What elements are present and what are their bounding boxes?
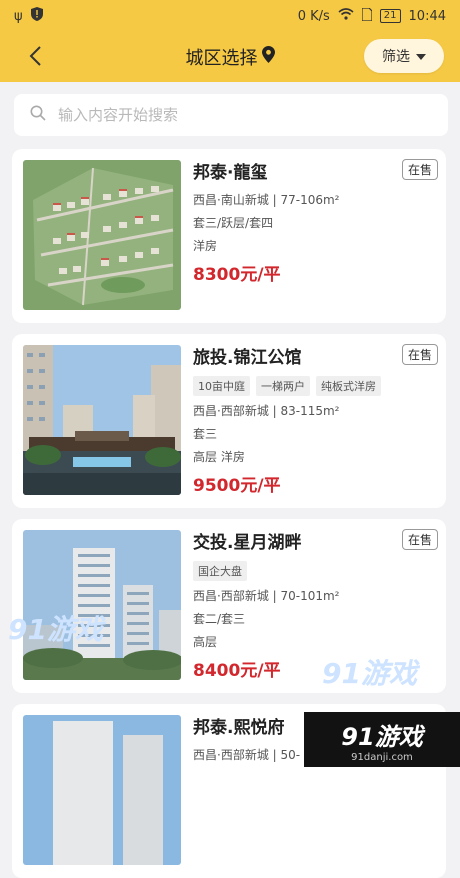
page-title[interactable]: 城区选择 (186, 44, 275, 70)
shield-icon (30, 7, 43, 25)
listing-layout: 套三 (193, 427, 218, 441)
listing-layout: 套三/跃层/套四 (193, 216, 274, 230)
listing-type: 高层 洋房 (193, 450, 245, 464)
listing-location: 西昌·西部新城 | 70-101m² (193, 589, 340, 603)
tag: 纯板式洋房 (316, 376, 381, 396)
chevron-left-icon (29, 46, 41, 66)
listing-card[interactable]: 邦泰·龍玺 西昌·南山新城 | 77-106m² 套三/跃层/套四 洋房 830… (12, 149, 446, 323)
site-banner: 91游戏 91danji.com (304, 712, 460, 767)
listing-price: 9500元/平 (193, 476, 281, 496)
sim-icon (361, 6, 373, 25)
tag-list: 10亩中庭 一梯两户 纯板式洋房 (193, 376, 438, 396)
listing-card[interactable]: 旅投.锦江公馆 10亩中庭 一梯两户 纯板式洋房 西昌·西部新城 | 83-11… (12, 334, 446, 508)
status-badge: 在售 (401, 344, 438, 365)
watermark-logo: 91游戏 (8, 613, 103, 646)
property-image-building-gate (23, 345, 181, 495)
property-image-towers (23, 530, 181, 680)
network-speed: 0 K/s (297, 8, 330, 24)
banner-url: 91danji.com (351, 751, 413, 763)
back-button[interactable] (20, 41, 50, 71)
search-icon (30, 105, 46, 125)
listing-type: 洋房 (193, 239, 218, 253)
search-bar[interactable] (14, 94, 448, 136)
search-input[interactable] (56, 105, 420, 125)
property-image-tower (23, 715, 181, 865)
listing-price: 8300元/平 (193, 265, 281, 285)
listing-type: 高层 (193, 635, 218, 649)
location-pin-icon (261, 46, 275, 68)
tag: 国企大盘 (193, 561, 247, 581)
watermark-logo: 91游戏 (322, 657, 417, 690)
nav-bar: 城区选择 筛选 (0, 32, 460, 82)
status-badge: 在售 (401, 159, 438, 180)
listing-location: 西昌·南山新城 | 77-106m² (193, 193, 340, 207)
usb-icon: ψ (14, 8, 23, 24)
caret-down-icon (416, 48, 426, 64)
tag-list: 国企大盘 (193, 561, 438, 581)
clock: 10:44 (408, 8, 446, 24)
status-bar: ψ 0 K/s 21 10:44 (0, 0, 460, 32)
battery-indicator: 21 (379, 9, 401, 23)
tag: 10亩中庭 (193, 376, 250, 396)
filter-button[interactable]: 筛选 (364, 39, 444, 73)
page-title-text: 城区选择 (185, 48, 258, 69)
filter-label: 筛选 (382, 49, 410, 65)
tag: 一梯两户 (256, 376, 310, 396)
banner-logo: 91游戏 (341, 722, 423, 751)
status-badge: 在售 (401, 529, 438, 550)
wifi-icon (338, 8, 354, 24)
listing-layout: 套二/套三 (193, 612, 246, 626)
property-image-aerial-plan (23, 160, 181, 310)
listing-location: 西昌·西部新城 | 83-115m² (193, 404, 340, 418)
